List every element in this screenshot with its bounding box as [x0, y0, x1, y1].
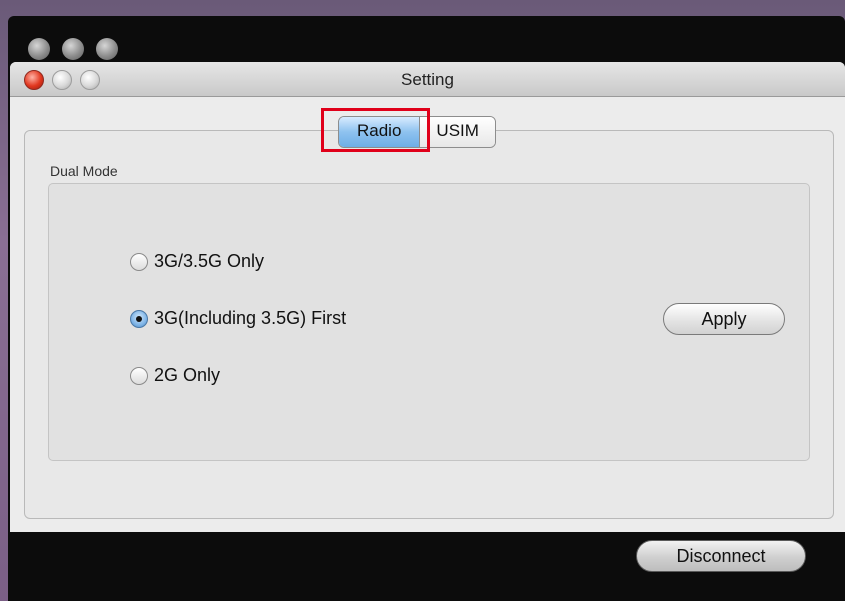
titlebar: Setting: [10, 62, 845, 97]
background-window-controls: [28, 38, 118, 60]
background-close-button[interactable]: [28, 38, 50, 60]
setting-dialog: Setting Radio USIM Dual Mode 3G/3.5G Onl…: [10, 62, 845, 532]
option-label: 2G Only: [154, 365, 221, 385]
apply-button[interactable]: Apply: [663, 303, 785, 335]
option-3g-first[interactable]: 3G(Including 3.5G) First: [130, 308, 346, 329]
radio-button[interactable]: [130, 252, 148, 271]
option-label: 3G/3.5G Only: [154, 251, 265, 271]
option-3g-3-5g-only[interactable]: 3G/3.5G Only: [130, 251, 264, 272]
disconnect-button[interactable]: Disconnect: [636, 540, 806, 572]
radio-button[interactable]: [130, 366, 148, 385]
radio-tab-highlight: [321, 108, 430, 152]
option-2g-only[interactable]: 2G Only: [130, 365, 220, 386]
dual-mode-label: Dual Mode: [50, 163, 118, 179]
window-title: Setting: [401, 70, 454, 89]
radio-button-selected[interactable]: [130, 309, 148, 328]
background-zoom-button[interactable]: [96, 38, 118, 60]
option-label: 3G(Including 3.5G) First: [154, 308, 347, 328]
background-minimize-button[interactable]: [62, 38, 84, 60]
tab-usim[interactable]: USIM: [420, 117, 495, 147]
